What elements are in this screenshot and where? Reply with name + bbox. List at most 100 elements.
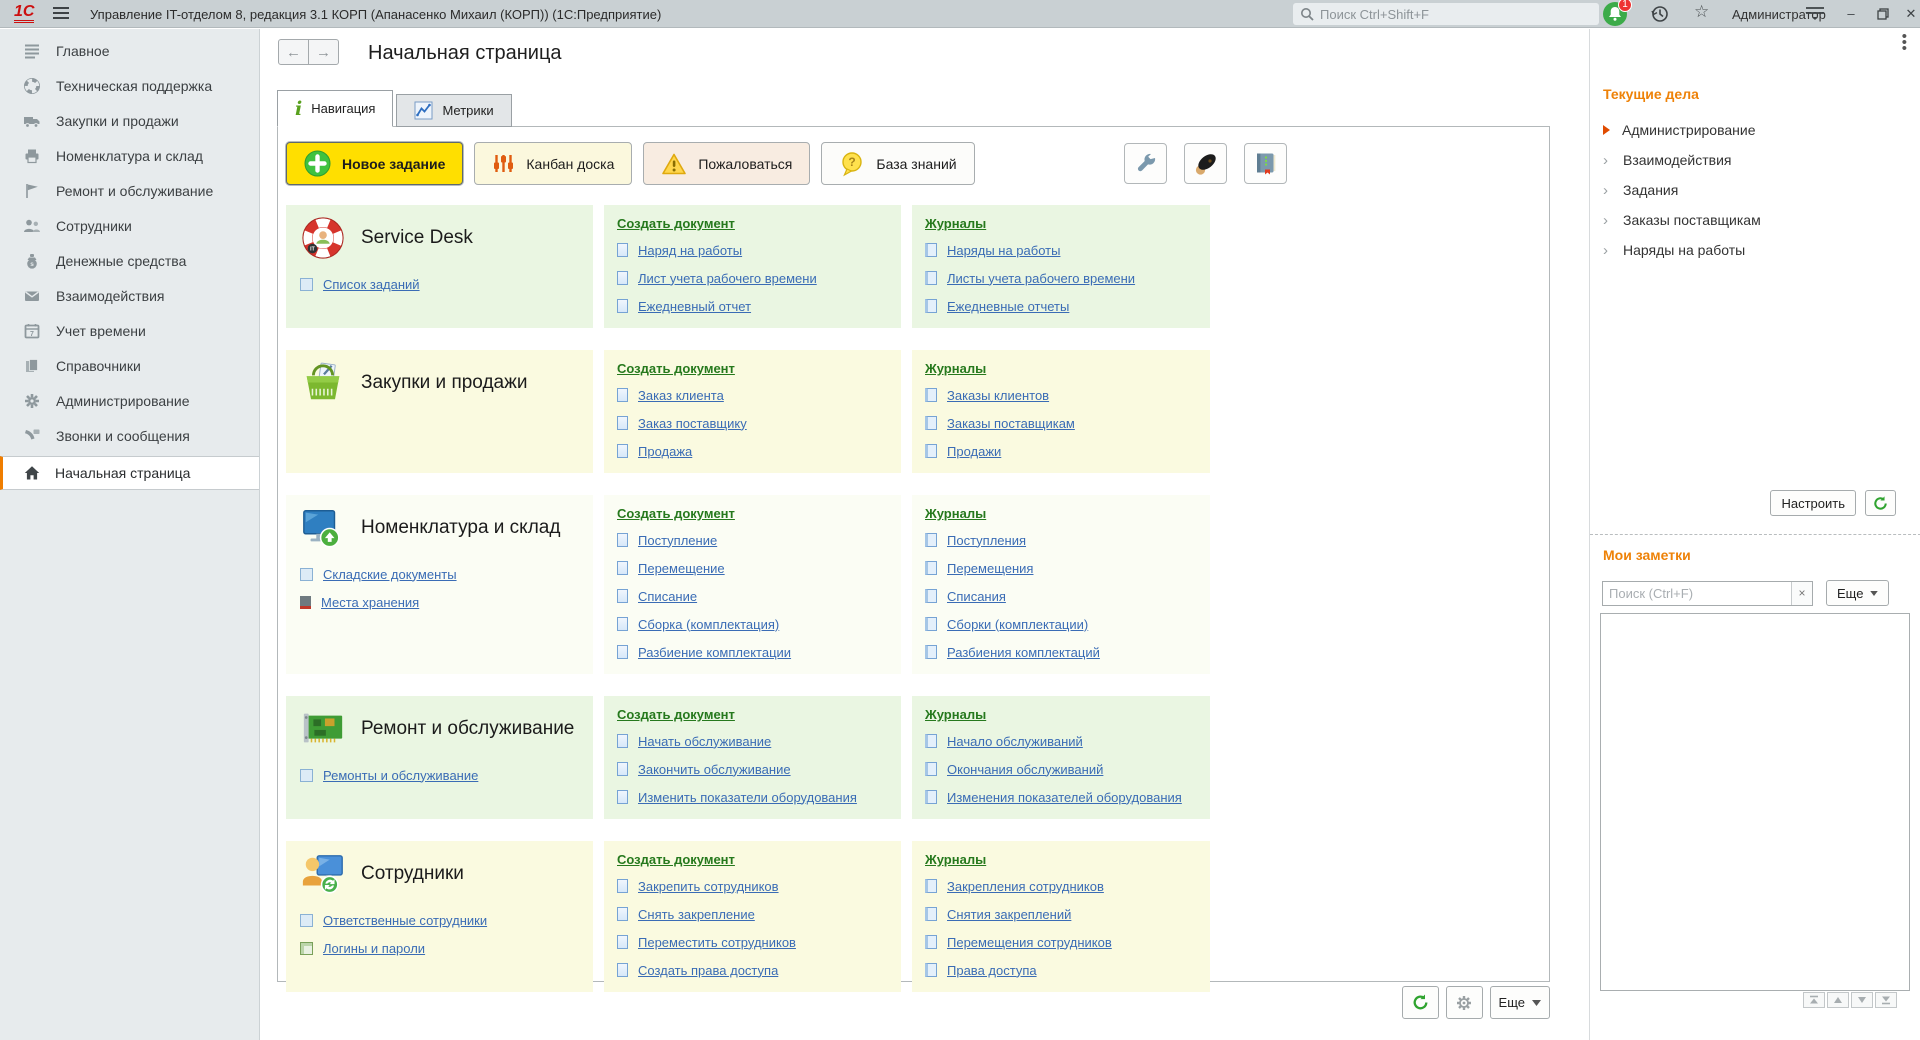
global-search-input[interactable] [1320,7,1592,22]
journal-link[interactable]: Снятия закреплений [947,907,1071,922]
warehouse-docs-link[interactable]: Складские документы [323,567,457,582]
tab-navigation[interactable]: i Навигация [277,90,393,127]
journals-header[interactable]: Журналы [925,707,1197,722]
sidebar-item-purchases[interactable]: Закупки и продажи [0,103,259,138]
todo-item-tasks[interactable]: › Задания [1603,175,1903,205]
notes-search-input[interactable] [1603,582,1791,605]
panel-menu-icon[interactable]: ••• [1902,34,1907,52]
go-first-button[interactable] [1803,992,1825,1008]
todo-item-work-orders[interactable]: › Наряды на работы [1603,235,1903,265]
configure-button[interactable]: Настроить [1770,490,1856,516]
journals-header[interactable]: Журналы [925,216,1197,231]
create-link[interactable]: Создать права доступа [638,963,778,978]
sidebar-item-repair[interactable]: Ремонт и обслуживание [0,173,259,208]
back-button[interactable]: ← [278,39,309,65]
notes-more-button[interactable]: Еще [1826,580,1889,606]
create-link[interactable]: Начать обслуживание [638,734,771,749]
sidebar-item-administration[interactable]: Администрирование [0,383,259,418]
create-document-header[interactable]: Создать документ [617,506,888,521]
journal-link[interactable]: Продажи [947,444,1001,459]
journal-link[interactable]: Списания [947,589,1006,604]
todo-item-supplier-orders[interactable]: › Заказы поставщикам [1603,205,1903,235]
task-list-link[interactable]: Список заданий [323,277,420,292]
create-link[interactable]: Заказ поставщику [638,416,747,431]
settings-wrench-button[interactable] [1124,143,1167,184]
create-link[interactable]: Поступление [638,533,717,548]
global-search[interactable] [1293,3,1599,25]
sidebar-item-main[interactable]: Главное [0,33,259,68]
create-link[interactable]: Закончить обслуживание [638,762,791,777]
journal-link[interactable]: Заказы поставщикам [947,416,1075,431]
journal-link[interactable]: Листы учета рабочего времени [947,271,1135,286]
forward-button[interactable]: → [308,39,339,65]
journal-link[interactable]: Поступления [947,533,1026,548]
kanban-board-button[interactable]: Канбан доска [474,142,632,185]
notes-area[interactable] [1600,613,1910,991]
history-icon[interactable] [1650,4,1670,24]
go-up-button[interactable] [1827,992,1849,1008]
knowledge-book-button[interactable] [1244,143,1287,184]
new-task-button[interactable]: Новое задание [286,142,463,185]
create-link[interactable]: Перемещение [638,561,725,576]
journal-link[interactable]: Изменения показателей оборудования [947,790,1182,805]
create-link[interactable]: Продажа [638,444,692,459]
journal-link[interactable]: Разбиения комплектаций [947,645,1100,660]
journal-link[interactable]: Закрепления сотрудников [947,879,1104,894]
sidebar-item-money[interactable]: s Денежные средства [0,243,259,278]
create-link[interactable]: Разбиение комплектации [638,645,791,660]
todo-item-interactions[interactable]: › Взаимодействия [1603,145,1903,175]
sidebar-item-home-active[interactable]: Начальная страница [0,456,259,490]
barcode-scanner-button[interactable] [1184,143,1227,184]
journal-link[interactable]: Сборки (комплектации) [947,617,1088,632]
journals-header[interactable]: Журналы [925,506,1197,521]
create-document-header[interactable]: Создать документ [617,707,888,722]
storage-places-link[interactable]: Места хранения [321,595,419,610]
close-button[interactable]: ✕ [1898,4,1920,24]
knowledge-base-button[interactable]: ? База знаний [821,142,974,185]
more-button[interactable]: Еще [1490,986,1550,1019]
sidebar-item-employees[interactable]: Сотрудники [0,208,259,243]
user-menu-icon[interactable] [1804,4,1826,22]
todo-refresh-button[interactable] [1865,490,1896,516]
sidebar-item-timetracking[interactable]: 7 Учет времени [0,313,259,348]
restore-button[interactable] [1870,4,1896,24]
settings-gear-button[interactable] [1446,986,1483,1019]
go-last-button[interactable] [1875,992,1897,1008]
main-menu-icon[interactable] [52,6,70,20]
sidebar-item-catalogs[interactable]: Справочники [0,348,259,383]
refresh-button[interactable] [1402,986,1439,1019]
create-document-header[interactable]: Создать документ [617,361,888,376]
create-link[interactable]: Наряд на работы [638,243,742,258]
create-link[interactable]: Закрепить сотрудников [638,879,779,894]
journal-link[interactable]: Перемещения сотрудников [947,935,1112,950]
journals-header[interactable]: Журналы [925,852,1197,867]
sidebar-item-stock[interactable]: Номенклатура и склад [0,138,259,173]
journal-link[interactable]: Наряды на работы [947,243,1060,258]
create-link[interactable]: Лист учета рабочего времени [638,271,817,286]
todo-item-administration[interactable]: Администрирование [1603,115,1903,145]
go-down-button[interactable] [1851,992,1873,1008]
responsible-employees-link[interactable]: Ответственные сотрудники [323,913,487,928]
favorites-star-icon[interactable]: ☆ [1694,2,1709,22]
journals-header[interactable]: Журналы [925,361,1197,376]
journal-link[interactable]: Перемещения [947,561,1033,576]
tab-metrics[interactable]: Метрики [396,94,511,127]
journal-link[interactable]: Права доступа [947,963,1037,978]
create-link[interactable]: Списание [638,589,697,604]
journal-link[interactable]: Окончания обслуживаний [947,762,1103,777]
notifications-button[interactable]: 1 [1603,2,1627,26]
sidebar-item-calls[interactable]: Звонки и сообщения [0,418,259,453]
create-link[interactable]: Ежедневный отчет [638,299,751,314]
create-link[interactable]: Переместить сотрудников [638,935,796,950]
create-document-header[interactable]: Создать документ [617,216,888,231]
sidebar-item-interactions[interactable]: Взаимодействия [0,278,259,313]
complain-button[interactable]: Пожаловаться [643,142,810,185]
logins-passwords-link[interactable]: Логины и пароли [323,941,425,956]
create-document-header[interactable]: Создать документ [617,852,888,867]
journal-link[interactable]: Ежедневные отчеты [947,299,1069,314]
journal-link[interactable]: Заказы клиентов [947,388,1049,403]
journal-link[interactable]: Начало обслуживаний [947,734,1083,749]
create-link[interactable]: Снять закрепление [638,907,755,922]
create-link[interactable]: Сборка (комплектация) [638,617,779,632]
repairs-link[interactable]: Ремонты и обслуживание [323,768,478,783]
